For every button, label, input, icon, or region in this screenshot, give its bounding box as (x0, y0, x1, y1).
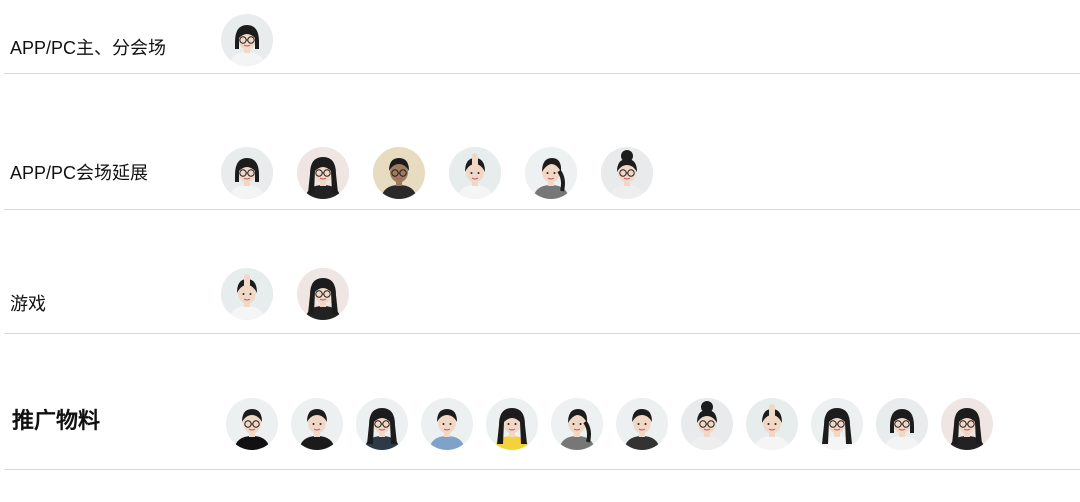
row-label: APP/PC会场延展 (10, 163, 149, 183)
row-game: 游戏 (0, 210, 1080, 334)
avatar-woman-bun-glasses (681, 398, 733, 450)
avatar-woman-long-hair-profile (297, 268, 349, 320)
avatar-group (226, 398, 993, 450)
avatar-woman-braid-profile (551, 398, 603, 450)
avatar-woman-hand-on-head (449, 147, 501, 199)
avatar-woman-glasses-bob (876, 398, 928, 450)
avatar-woman-hand-on-head (221, 268, 273, 320)
avatar-woman-hand-on-head (746, 398, 798, 450)
avatar-group (221, 14, 273, 66)
avatar-woman-glasses-long-hair (356, 398, 408, 450)
avatar-woman-bun-glasses (601, 147, 653, 199)
avatar-woman-yellow-top (486, 398, 538, 450)
row-label: 游戏 (10, 294, 46, 314)
row-promo-materials: 推广物料 (0, 334, 1080, 470)
role-assignment-board: APP/PC主、分会场 APP/PC会场延展 游戏 推广物料 (0, 0, 1080, 502)
row-divider (4, 469, 1080, 470)
row-main-venue: APP/PC主、分会场 (0, 0, 1080, 74)
avatar-man-patterned-shirt (616, 398, 668, 450)
avatar-man-sunset-side (373, 147, 425, 199)
avatar-group (221, 147, 653, 199)
avatar-woman-glasses-bob (221, 147, 273, 199)
avatar-woman-braid-profile (525, 147, 577, 199)
row-label: APP/PC主、分会场 (10, 38, 167, 58)
row-label: 推广物料 (12, 408, 101, 433)
avatar-woman-glasses-bob (221, 14, 273, 66)
avatar-man-beard-glasses (226, 398, 278, 450)
avatar-woman-long-hair-profile (297, 147, 349, 199)
avatar-group (221, 268, 349, 320)
avatar-man-denim-shirt (421, 398, 473, 450)
avatar-woman-holding-hair (811, 398, 863, 450)
avatar-woman-long-hair-profile (941, 398, 993, 450)
avatar-man-black-tee (291, 398, 343, 450)
row-venue-extension: APP/PC会场延展 (0, 74, 1080, 210)
